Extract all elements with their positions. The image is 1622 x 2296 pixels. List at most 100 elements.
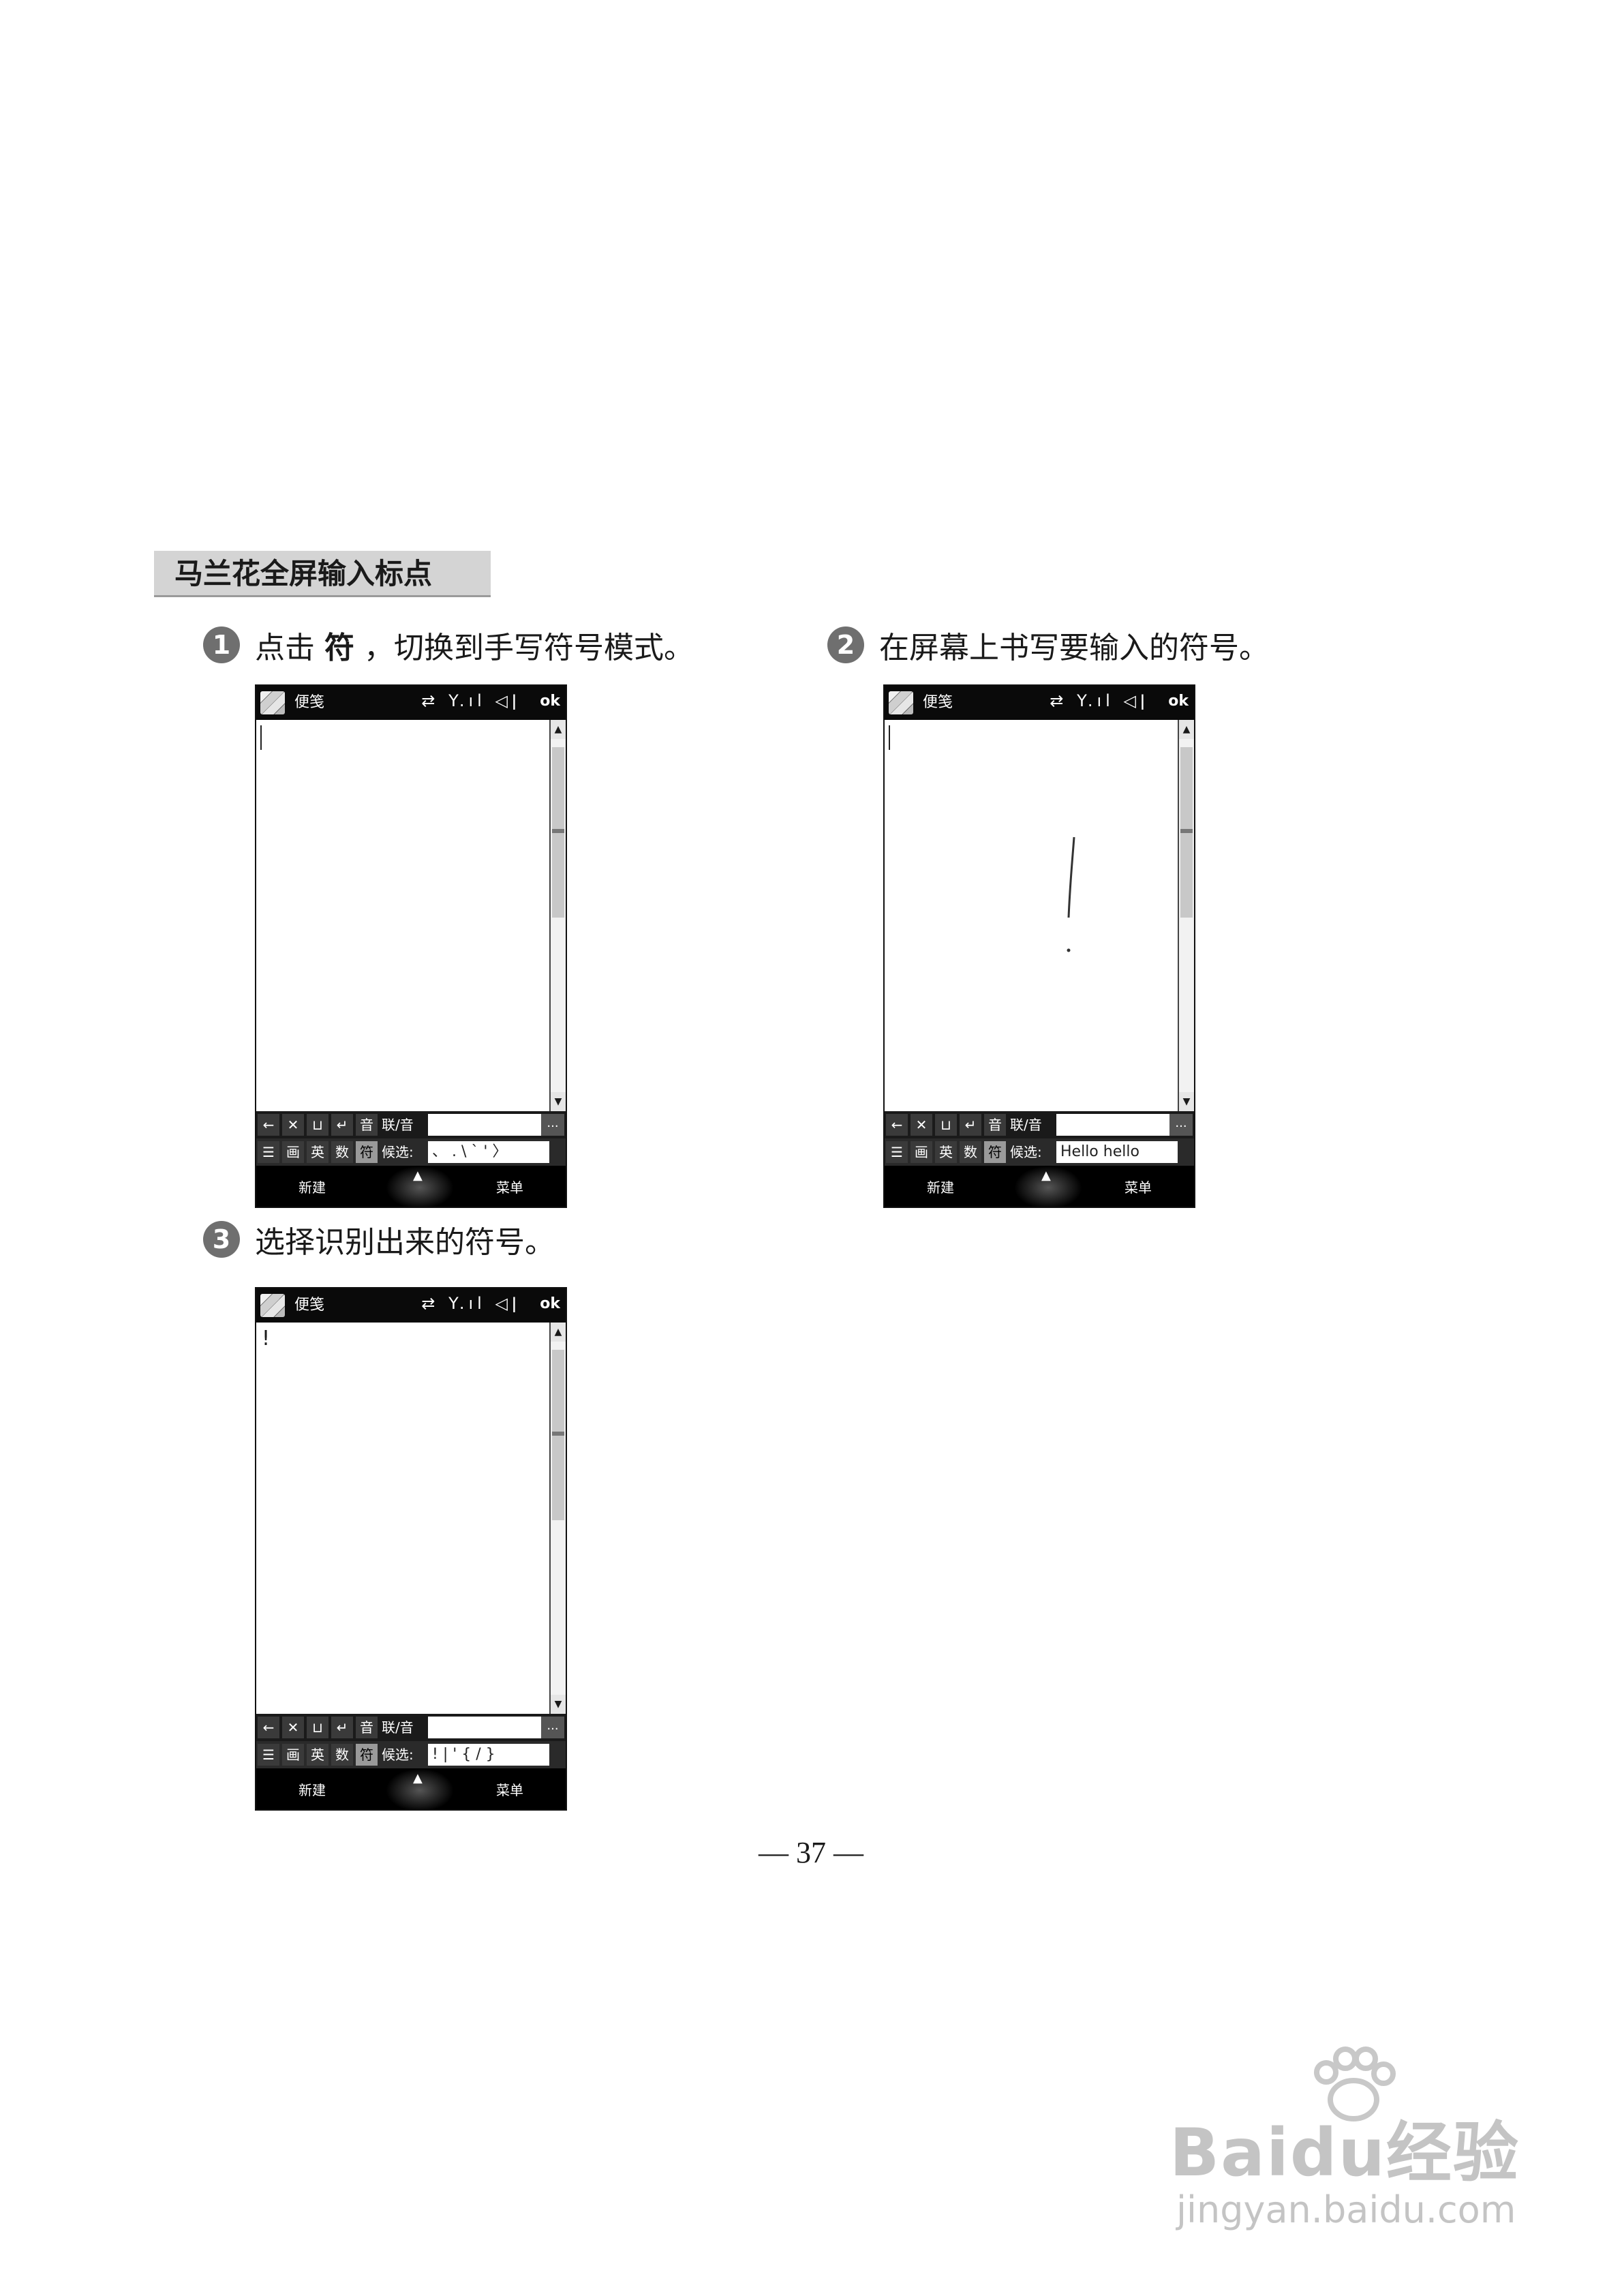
step-1: 1 点击 符 ，切换到手写符号模式。 [203, 623, 694, 667]
watermark-url: jingyan.baidu.com [1176, 2188, 1516, 2231]
ime-toolbar-row1: ← ✕ ⊔ ↵ 音 联/音 ... [885, 1111, 1194, 1138]
candidate-list[interactable]: 、 . \ ` ' 〉 [428, 1141, 549, 1163]
note-text: ! [262, 1327, 271, 1350]
scrollbar[interactable]: ▲ ▼ [549, 720, 566, 1111]
text-caret [260, 725, 262, 750]
space-key[interactable]: ⊔ [307, 1717, 328, 1738]
ok-button[interactable]: ok [540, 1295, 560, 1312]
assoc-box[interactable] [1056, 1114, 1178, 1136]
scroll-down-icon[interactable]: ▼ [551, 1092, 566, 1111]
more-button[interactable]: ... [1169, 1114, 1193, 1136]
assoc-label: 联/音 [382, 1719, 414, 1736]
english-key[interactable]: 英 [307, 1744, 328, 1766]
symbol-key[interactable]: 符 [356, 1141, 378, 1163]
note-text-area[interactable] [885, 720, 1179, 1111]
ok-button[interactable]: ok [540, 693, 560, 710]
draw-key[interactable]: 画 [282, 1744, 304, 1766]
english-key[interactable]: 英 [935, 1141, 957, 1163]
assoc-box[interactable] [428, 1114, 549, 1136]
sound-key[interactable]: 音 [356, 1114, 378, 1136]
ime-toolbar-row2: ☰ 画 英 数 符 候选: 、 . \ ` ' 〉 [256, 1138, 566, 1166]
ok-button[interactable]: ok [1168, 693, 1189, 710]
space-key[interactable]: ⊔ [935, 1114, 957, 1136]
step-number: 2 [827, 626, 864, 663]
scroll-up-icon[interactable]: ▲ [551, 1323, 566, 1342]
input-panel-arrow-icon[interactable]: ▲ [413, 1771, 423, 1785]
clear-key[interactable]: ✕ [911, 1114, 932, 1136]
assoc-box[interactable] [428, 1717, 549, 1738]
draw-key[interactable]: 画 [911, 1141, 932, 1163]
step-2: 2 在屏幕上书写要输入的符号。 [827, 623, 1269, 667]
assoc-label: 联/音 [1010, 1117, 1042, 1133]
enter-key[interactable]: ↵ [331, 1717, 353, 1738]
scroll-up-icon[interactable]: ▲ [551, 720, 566, 739]
candidate-label: 候选: [1010, 1144, 1042, 1160]
scroll-grip-icon [1180, 829, 1193, 833]
ime-toolbar-row1: ← ✕ ⊔ ↵ 音 联/音 ... [256, 1111, 566, 1138]
number-key[interactable]: 数 [331, 1141, 353, 1163]
app-title: 便笺 [294, 1297, 325, 1314]
candidate-list[interactable]: ! | ' { / } [428, 1744, 549, 1766]
sound-key[interactable]: 音 [984, 1114, 1006, 1136]
phone-screenshot-3: 便笺 ⇄ Y.ıl ◁ǀ ok ! ▲ ▼ ← ✕ ⊔ ↵ 音 联/音 ... … [255, 1287, 567, 1811]
scroll-down-icon[interactable]: ▼ [551, 1695, 566, 1714]
scroll-grip-icon [552, 829, 564, 833]
scrollbar[interactable]: ▲ ▼ [549, 1323, 566, 1714]
number-key[interactable]: 数 [960, 1141, 981, 1163]
clear-key[interactable]: ✕ [282, 1114, 304, 1136]
symbol-key[interactable]: 符 [984, 1141, 1006, 1163]
scroll-down-icon[interactable]: ▼ [1179, 1092, 1194, 1111]
softkey-bar: 新建 ▲ 菜单 [885, 1166, 1194, 1207]
step-number: 1 [203, 626, 240, 663]
menu-softkey[interactable]: 菜单 [496, 1177, 523, 1196]
note-text-area[interactable]: ! [256, 1323, 551, 1714]
english-key[interactable]: 英 [307, 1141, 328, 1163]
enter-key[interactable]: ↵ [960, 1114, 981, 1136]
windows-start-icon[interactable] [889, 691, 913, 714]
sound-key[interactable]: 音 [356, 1717, 378, 1738]
step-text: 在屏幕上书写要输入的符号。 [879, 631, 1269, 665]
list-icon[interactable]: ☰ [258, 1141, 279, 1163]
list-icon[interactable]: ☰ [886, 1141, 908, 1163]
enter-key[interactable]: ↵ [331, 1114, 353, 1136]
scroll-up-icon[interactable]: ▲ [1179, 720, 1194, 739]
input-panel-arrow-icon[interactable]: ▲ [1041, 1168, 1051, 1183]
step-number: 3 [203, 1221, 240, 1258]
candidate-label: 候选: [382, 1747, 414, 1763]
more-button[interactable]: ... [541, 1114, 564, 1136]
section-header: 马兰花全屏输入标点 [154, 551, 491, 597]
phone-screenshot-2: 便笺 ⇄ Y.ıl ◁ǀ ok ▲ ▼ ← ✕ ⊔ ↵ 音 联/音 ... ☰ … [883, 684, 1195, 1208]
list-icon[interactable]: ☰ [258, 1744, 279, 1766]
clear-key[interactable]: ✕ [282, 1717, 304, 1738]
status-icons: ⇄ Y.ıl ◁ǀ [421, 691, 521, 710]
space-key[interactable]: ⊔ [307, 1114, 328, 1136]
new-softkey[interactable]: 新建 [299, 1779, 326, 1799]
symbol-key[interactable]: 符 [356, 1744, 378, 1766]
app-title: 便笺 [923, 694, 953, 711]
status-bar: 便笺 ⇄ Y.ıl ◁ǀ ok [885, 686, 1194, 720]
number-key[interactable]: 数 [331, 1744, 353, 1766]
more-button[interactable]: ... [541, 1717, 564, 1738]
backspace-key[interactable]: ← [258, 1717, 279, 1738]
windows-start-icon[interactable] [260, 1294, 285, 1317]
status-icons: ⇄ Y.ıl ◁ǀ [1050, 691, 1149, 710]
assoc-label: 联/音 [382, 1117, 414, 1133]
candidate-label: 候选: [382, 1144, 414, 1160]
input-panel-arrow-icon[interactable]: ▲ [413, 1168, 423, 1183]
windows-start-icon[interactable] [260, 691, 285, 714]
scrollbar[interactable]: ▲ ▼ [1178, 720, 1194, 1111]
draw-key[interactable]: 画 [282, 1141, 304, 1163]
menu-softkey[interactable]: 菜单 [1124, 1177, 1152, 1196]
candidate-list[interactable]: Hello hello Halo [1056, 1141, 1178, 1182]
phone-screenshot-1: 便笺 ⇄ Y.ıl ◁ǀ ok ▲ ▼ ← ✕ ⊔ ↵ 音 联/音 ... ☰ … [255, 684, 567, 1208]
backspace-key[interactable]: ← [258, 1114, 279, 1136]
page-number: — 37 — [759, 1836, 863, 1869]
handwriting-stroke [1067, 836, 1075, 952]
new-softkey[interactable]: 新建 [299, 1177, 326, 1196]
new-softkey[interactable]: 新建 [927, 1177, 954, 1196]
step-text-pre: 点击 [255, 631, 315, 665]
note-text-area[interactable] [256, 720, 551, 1111]
backspace-key[interactable]: ← [886, 1114, 908, 1136]
baidu-watermark: Baidu经验 jingyan.baidu.com [1149, 2045, 1531, 2250]
menu-softkey[interactable]: 菜单 [496, 1779, 523, 1799]
